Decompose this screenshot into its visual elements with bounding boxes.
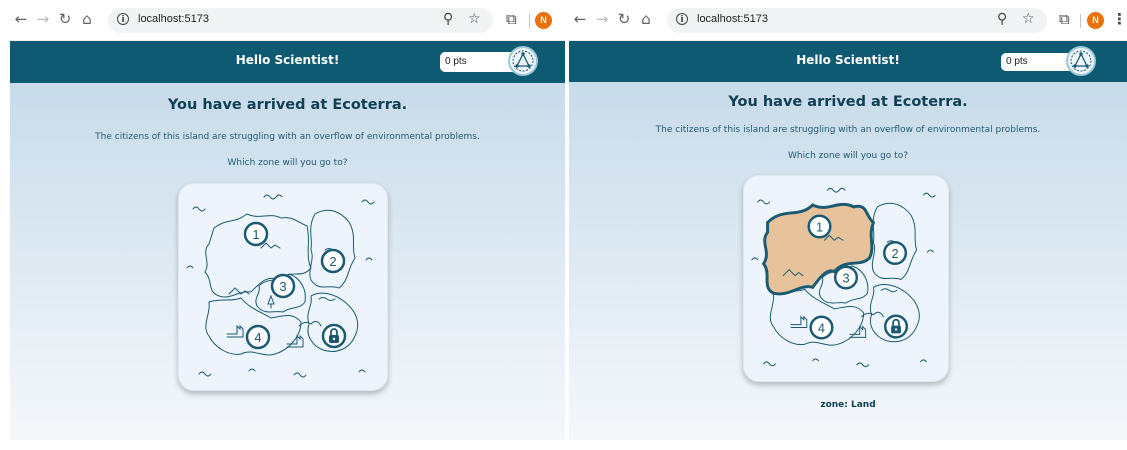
- reload-icon[interactable]: ↻: [615, 10, 633, 28]
- island-map-svg: 1 2 3 4: [751, 187, 936, 368]
- wave-icon: [812, 358, 820, 362]
- extensions-icon[interactable]: ⧉: [506, 10, 517, 28]
- island-map-svg: 1 2 3 4: [186, 194, 375, 378]
- island-map: 1 2 3 4: [743, 175, 949, 382]
- page-title: You have arrived at Ecoterra.: [167, 97, 408, 113]
- menu-icon[interactable]: ⋮: [1112, 10, 1127, 28]
- avatar-icon[interactable]: N: [535, 12, 552, 29]
- logo-button[interactable]: [508, 46, 538, 76]
- avatar-icon[interactable]: N: [1087, 12, 1104, 29]
- zone-2-marker[interactable]: 2: [320, 248, 346, 274]
- zone-2-marker[interactable]: 2: [883, 240, 908, 266]
- wave-icon: [751, 257, 759, 261]
- wave-icon: [922, 192, 936, 198]
- zone-1-marker[interactable]: 1: [807, 214, 832, 239]
- zone-5-locked-marker[interactable]: [884, 314, 909, 339]
- star-icon[interactable]: ☆: [1022, 11, 1035, 27]
- forward-icon[interactable]: →: [34, 10, 52, 28]
- wave-icon: [826, 187, 846, 193]
- intro-text: The citizens of this island are struggli…: [655, 125, 1041, 135]
- zone-3-marker[interactable]: 3: [270, 273, 296, 299]
- app-header: Hello Scientist! 0 pts: [569, 41, 1127, 83]
- wave-icon: [361, 199, 375, 205]
- zone-4-marker[interactable]: 4: [245, 324, 271, 350]
- wave-icon: [248, 368, 256, 372]
- address-bar[interactable]: i localhost:5173 ⚲ ☆: [667, 8, 1047, 33]
- wave-icon: [757, 199, 770, 205]
- app-header: Hello Scientist! 0 pts: [10, 41, 565, 83]
- zoom-icon[interactable]: ⚲: [997, 11, 1007, 27]
- selected-zone-label: zone: Land: [820, 400, 876, 410]
- info-icon[interactable]: i: [117, 13, 129, 25]
- zone-3-marker[interactable]: 3: [833, 265, 859, 290]
- wave-icon: [192, 206, 206, 212]
- factory-icon: [226, 324, 244, 338]
- zoom-icon[interactable]: ⚲: [443, 11, 453, 27]
- mountain-icon: [260, 242, 281, 249]
- wave-icon: [358, 369, 366, 373]
- zone-3-number: 3: [842, 270, 849, 285]
- smoke-icon: [861, 311, 884, 318]
- zone-1-number: 1: [252, 227, 259, 242]
- zone-1-number: 1: [816, 219, 823, 234]
- home-icon[interactable]: ⌂: [637, 10, 655, 28]
- smoke-icon: [298, 320, 322, 327]
- zone-4-number: 4: [254, 330, 261, 345]
- wave-icon: [293, 372, 307, 378]
- zone-question: Which zone will you go to?: [788, 151, 908, 161]
- intro-text: The citizens of this island are struggli…: [95, 132, 480, 142]
- toolbar-divider: [1080, 14, 1081, 28]
- factory-icon: [790, 315, 808, 329]
- zone-2-number: 2: [891, 246, 898, 261]
- zone-3-number: 3: [279, 279, 286, 294]
- wave-icon: [186, 265, 194, 269]
- wave-icon: [920, 359, 927, 363]
- zone-2-number: 2: [329, 254, 336, 269]
- extensions-icon[interactable]: ⧉: [1059, 10, 1070, 28]
- home-icon[interactable]: ⌂: [78, 10, 96, 28]
- zone-1-marker[interactable]: 1: [243, 221, 269, 247]
- address-bar[interactable]: i localhost:5173 ⚲ ☆: [108, 8, 493, 33]
- browser-toolbar: ← → ↻ ⌂ i localhost:5173 ⚲ ☆ ⧉ N: [10, 0, 565, 41]
- app-main: You have arrived at Ecoterra. The citize…: [569, 82, 1127, 440]
- wave-icon: [365, 257, 373, 261]
- app-main: You have arrived at Ecoterra. The citize…: [10, 83, 565, 440]
- zone-5-locked-marker[interactable]: [321, 323, 347, 349]
- wave-icon: [318, 297, 336, 301]
- island-map: 1 2 3 4: [178, 183, 388, 391]
- browser-window-left: ← → ↻ ⌂ i localhost:5173 ⚲ ☆ ⧉ N Hello S…: [10, 0, 565, 440]
- toolbar-divider: [529, 14, 530, 28]
- zone-question: Which zone will you go to?: [227, 158, 348, 168]
- reload-icon[interactable]: ↻: [56, 10, 74, 28]
- wave-icon: [263, 194, 283, 200]
- zone-4-number: 4: [818, 320, 825, 335]
- wave-icon: [198, 371, 212, 377]
- page-title: You have arrived at Ecoterra.: [728, 94, 968, 110]
- star-icon[interactable]: ☆: [468, 11, 481, 27]
- wave-icon: [880, 288, 898, 293]
- browser-toolbar: ← → ↻ ⌂ i localhost:5173 ⚲ ☆ ⧉ N ⋮: [569, 0, 1127, 41]
- zone-4-marker[interactable]: 4: [809, 315, 834, 340]
- browser-window-right: ← → ↻ ⌂ i localhost:5173 ⚲ ☆ ⧉ N ⋮ Hello…: [569, 0, 1127, 440]
- wave-icon: [926, 249, 934, 253]
- logo-button[interactable]: [1066, 46, 1096, 76]
- molecule-icon: [512, 50, 534, 72]
- wave-icon: [856, 362, 870, 368]
- molecule-icon: [1070, 50, 1092, 72]
- back-icon[interactable]: ←: [571, 10, 589, 28]
- url-text: localhost:5173: [138, 13, 209, 25]
- back-icon[interactable]: ←: [12, 10, 30, 28]
- forward-icon[interactable]: →: [593, 10, 611, 28]
- info-icon[interactable]: i: [676, 13, 688, 25]
- url-text: localhost:5173: [697, 13, 768, 25]
- wave-icon: [763, 361, 776, 367]
